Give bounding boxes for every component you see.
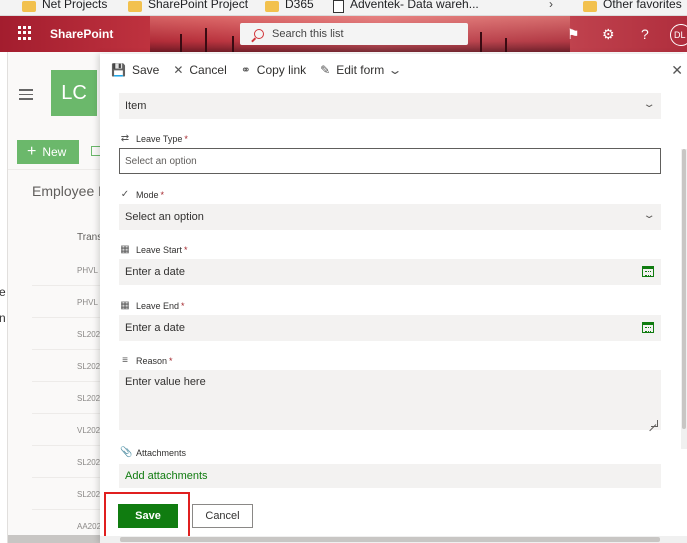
choice-arrows-icon: ⇄ bbox=[120, 133, 130, 144]
save-command[interactable]: 💾 Save bbox=[111, 63, 159, 77]
list-row[interactable]: SL202 bbox=[32, 446, 100, 478]
sharepoint-brand[interactable]: SharePoint bbox=[50, 27, 113, 41]
list-row[interactable]: SL202 bbox=[32, 382, 100, 414]
paperclip-icon: 📎 bbox=[120, 447, 133, 458]
site-logo[interactable]: LC bbox=[51, 70, 97, 116]
list-row[interactable]: VL202 bbox=[32, 414, 100, 446]
folder-icon bbox=[265, 0, 279, 12]
close-panel-icon[interactable]: ✕ bbox=[671, 62, 683, 79]
edit-form-command[interactable]: ✎ Edit form ⌄ bbox=[320, 63, 403, 77]
scrollbar-thumb[interactable] bbox=[682, 149, 686, 429]
bookmark-other-favorites[interactable]: Other favorites bbox=[583, 0, 682, 14]
background-left-strip: e n bbox=[0, 52, 8, 543]
mode-dropdown[interactable]: Select an option ⌄ bbox=[119, 204, 661, 230]
cancel-command[interactable]: ✕ Cancel bbox=[173, 63, 226, 77]
plus-icon: + bbox=[27, 143, 37, 160]
folder-icon bbox=[128, 0, 142, 12]
save-disk-icon: 💾 bbox=[111, 63, 126, 77]
leave-type-label: ⇄ Leave Type * bbox=[120, 133, 188, 144]
user-avatar[interactable]: DL bbox=[670, 24, 687, 46]
folder-icon bbox=[22, 0, 36, 12]
text-lines-icon: ≡ bbox=[122, 355, 128, 366]
add-attachments-link[interactable]: Add attachments bbox=[119, 464, 661, 488]
list-row[interactable]: SL202 bbox=[32, 478, 100, 510]
mode-label: ✓ Mode * bbox=[120, 189, 165, 200]
chevron-down-icon: ⌄ bbox=[642, 99, 656, 110]
calendar-icon[interactable] bbox=[642, 266, 654, 277]
list-row[interactable]: SL202 bbox=[32, 318, 100, 350]
leave-start-label: ▦ Leave Start * bbox=[120, 244, 188, 255]
link-icon: ⚭ bbox=[240, 63, 251, 77]
hamburger-menu-icon[interactable] bbox=[19, 89, 33, 103]
check-circle-icon: ✓ bbox=[120, 189, 130, 200]
app-launcher-waffle-icon[interactable] bbox=[18, 26, 32, 40]
new-item-panel: 💾 Save ✕ Cancel ⚭ Copy link ✎ Edit form … bbox=[100, 54, 687, 543]
search-placeholder: Search this list bbox=[272, 28, 344, 40]
list-row[interactable]: PHVL bbox=[32, 286, 100, 318]
leave-type-dropdown[interactable]: Select an option bbox=[119, 148, 661, 174]
bookmark-adventek[interactable]: Adventek- Data wareh... bbox=[333, 0, 479, 14]
panel-horizontal-scrollbar[interactable] bbox=[100, 536, 687, 543]
search-icon bbox=[254, 29, 264, 39]
bookmark-net-projects[interactable]: Net Projects bbox=[22, 0, 107, 14]
suite-header: SharePoint Search this list ⚑ ⚙ ? DL bbox=[0, 16, 687, 52]
column-header-trans[interactable]: Trans bbox=[77, 232, 102, 243]
bookmark-d365[interactable]: D365 bbox=[265, 0, 314, 14]
save-button[interactable]: Save bbox=[118, 504, 178, 528]
calendar-icon: ▦ bbox=[120, 300, 130, 311]
bookmarks-bar: Net Projects SharePoint Project D365 Adv… bbox=[0, 0, 687, 16]
pencil-icon: ✎ bbox=[320, 63, 331, 77]
content-type-dropdown[interactable]: Item ⌄ bbox=[119, 93, 661, 119]
list-row[interactable]: PHVL bbox=[32, 254, 100, 286]
gear-icon[interactable]: ⚙ bbox=[602, 26, 615, 43]
panel-vertical-scrollbar[interactable] bbox=[681, 149, 687, 449]
list-row[interactable]: SL202 bbox=[32, 350, 100, 382]
command-bar: 💾 Save ✕ Cancel ⚭ Copy link ✎ Edit form … bbox=[100, 54, 687, 86]
bookmarks-overflow[interactable]: › bbox=[549, 0, 553, 14]
new-item-button[interactable]: + New bbox=[17, 140, 79, 164]
help-icon[interactable]: ? bbox=[641, 26, 649, 42]
leave-end-label: ▦ Leave End * bbox=[120, 300, 185, 311]
folder-icon bbox=[583, 0, 597, 12]
reason-textarea[interactable]: Enter value here bbox=[119, 370, 661, 430]
reason-label: ≡ Reason * bbox=[120, 355, 172, 366]
cancel-button[interactable]: Cancel bbox=[192, 504, 253, 528]
attachments-label: 📎 Attachments bbox=[120, 447, 187, 458]
calendar-icon[interactable] bbox=[642, 322, 654, 333]
chevron-right-icon: › bbox=[549, 0, 553, 11]
megaphone-icon[interactable]: ⚑ bbox=[567, 26, 580, 43]
scrollbar-thumb[interactable] bbox=[120, 537, 660, 542]
page-icon bbox=[333, 0, 344, 13]
calendar-icon: ▦ bbox=[120, 244, 130, 255]
search-box[interactable]: Search this list bbox=[240, 23, 468, 45]
resize-handle-icon[interactable] bbox=[651, 420, 658, 427]
chevron-down-icon: ⌄ bbox=[642, 210, 656, 221]
leave-start-date-picker[interactable]: Enter a date bbox=[119, 259, 661, 285]
copy-link-command[interactable]: ⚭ Copy link bbox=[241, 63, 306, 77]
divider bbox=[8, 169, 100, 170]
close-icon: ✕ bbox=[173, 63, 184, 77]
list-title: Employee L bbox=[32, 183, 106, 199]
leave-end-date-picker[interactable]: Enter a date bbox=[119, 315, 661, 341]
chevron-down-icon: ⌄ bbox=[387, 63, 403, 77]
bookmark-sharepoint-project[interactable]: SharePoint Project bbox=[128, 0, 248, 14]
background-horizontal-scrollbar[interactable] bbox=[8, 535, 100, 543]
